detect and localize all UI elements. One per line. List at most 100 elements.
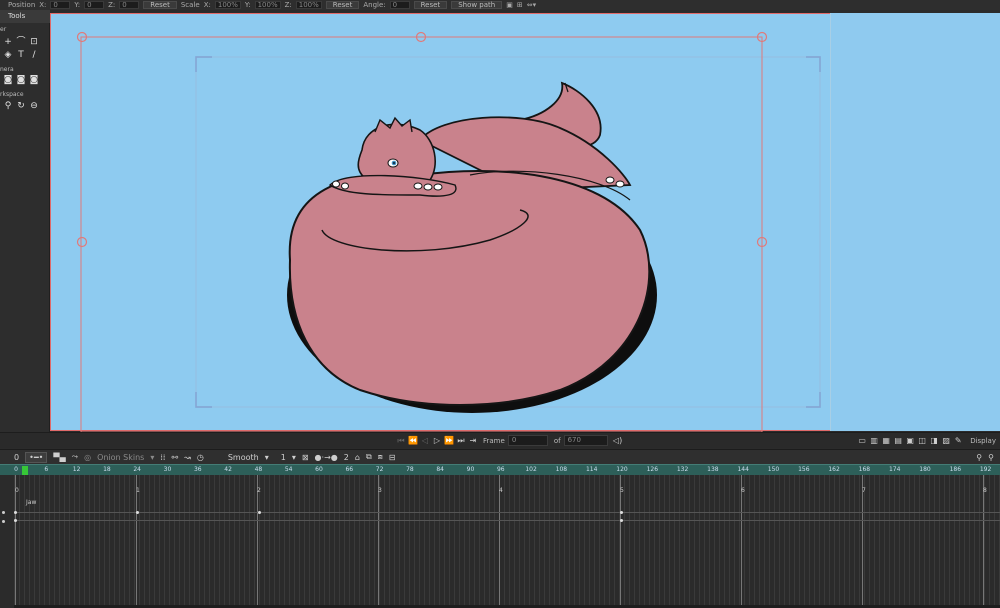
- keyframe[interactable]: [620, 511, 623, 514]
- frame-label: Frame: [483, 436, 505, 445]
- display-mode-icon-4[interactable]: ▤: [892, 436, 904, 445]
- display-mode-icon-1[interactable]: ▭: [856, 436, 868, 445]
- rewind-start-icon[interactable]: ⏮: [395, 436, 407, 446]
- audio-icon[interactable]: ◁): [612, 436, 624, 445]
- second-marker-line: [741, 475, 742, 608]
- play-reverse-icon[interactable]: ◁: [419, 436, 431, 445]
- ruler-tick-label: 6: [44, 466, 49, 473]
- ruler-tick-label: 162: [828, 466, 840, 473]
- pencil-display-icon[interactable]: ✎: [952, 436, 964, 445]
- ruler-tick-label: 36: [193, 466, 202, 473]
- ruler-tick-label: 120: [616, 466, 628, 473]
- keyframe[interactable]: [258, 511, 261, 514]
- keyframe[interactable]: [14, 519, 17, 522]
- channel-row-1: [14, 512, 1000, 513]
- zoom-out-icon[interactable]: ⚲: [976, 453, 982, 462]
- display-mode-icon-8[interactable]: ▨: [940, 436, 952, 445]
- of-label: of: [553, 436, 561, 445]
- onion-skins-menu[interactable]: Onion Skins: [97, 453, 144, 462]
- canvas-artwork[interactable]: [0, 0, 1000, 432]
- interpolation-select[interactable]: Smooth: [228, 453, 259, 462]
- total-frames-field[interactable]: 670: [563, 435, 608, 446]
- jump-end-icon[interactable]: ⏭: [455, 436, 467, 446]
- display-mode-icon-2[interactable]: ▥: [868, 436, 880, 445]
- step-back-icon[interactable]: ⏪: [407, 436, 419, 445]
- ruler-tick-label: 12: [72, 466, 81, 473]
- ruler-tick-label: 186: [949, 466, 962, 473]
- character-body[interactable]: [287, 81, 657, 413]
- paste-keys-icon[interactable]: ⧈: [378, 452, 383, 462]
- next-key-icon[interactable]: ⇥: [467, 436, 479, 445]
- handle-middle-left[interactable]: [76, 236, 88, 248]
- delete-keys-icon[interactable]: ⊟: [389, 453, 396, 462]
- display-mode-icon-6[interactable]: ◫: [916, 436, 928, 445]
- step-forward-icon[interactable]: ⏩: [443, 436, 455, 445]
- second-marker-line: [983, 475, 984, 608]
- second-marker-label: 4: [499, 487, 503, 494]
- second-marker-line: [499, 475, 500, 608]
- display-menu[interactable]: Display: [970, 437, 996, 445]
- second-marker-label: 0: [15, 487, 19, 494]
- step-dropdown-icon[interactable]: ▾: [292, 453, 296, 462]
- copy-keys-icon[interactable]: ⧉: [366, 452, 372, 462]
- ruler-tick-label: 24: [133, 466, 142, 473]
- display-mode-icon-3[interactable]: ▦: [880, 436, 892, 445]
- second-marker-line: [862, 475, 863, 608]
- display-mode-icon-5[interactable]: ▣: [904, 436, 916, 445]
- ruler-tick-label: 84: [436, 466, 445, 473]
- timeline-toolbar: 0 •━• ▀▄ ⤳ ◎ Onion Skins ▾ ⁞⁞ ⚯ ↝ ◷ Smoo…: [0, 449, 1000, 464]
- ruler-tick-label: 108: [555, 466, 568, 473]
- ruler-tick-label: 30: [163, 466, 172, 473]
- channel-dot-1: [2, 511, 5, 514]
- second-marker-label: 1: [136, 487, 140, 494]
- key-stride-icon[interactable]: ●·→●: [315, 453, 338, 462]
- keyframe[interactable]: [620, 519, 623, 522]
- curve-mode-icon[interactable]: ⤳: [72, 452, 78, 462]
- second-marker-label: 5: [620, 487, 624, 494]
- second-marker-line: [378, 475, 379, 608]
- ruler-tick-label: 54: [284, 466, 293, 473]
- display-mode-icon-7[interactable]: ◨: [928, 436, 940, 445]
- key-toggle-icon[interactable]: ⊠: [302, 453, 309, 462]
- onion-dropdown-icon[interactable]: ▾: [150, 453, 154, 462]
- dots-grid-icon[interactable]: ⁞⁞: [160, 453, 165, 462]
- ruler-tick-label: 192: [979, 466, 992, 473]
- ruler-tick-label: 144: [737, 466, 749, 473]
- frame-grid: [14, 475, 1000, 608]
- second-marker-label: 8: [983, 487, 987, 494]
- ruler-tick-label: 0: [14, 466, 18, 473]
- ruler-tick-label: 132: [676, 466, 689, 473]
- frame-field[interactable]: 0: [507, 435, 548, 446]
- keyframe[interactable]: [136, 511, 139, 514]
- ruler-tick-label: 150: [767, 466, 780, 473]
- timeline-tracks[interactable]: 0 1 2 3 4 5 6 7 8 Jaw: [0, 475, 1000, 608]
- playhead-marker[interactable]: [22, 466, 28, 475]
- bookmark-icon[interactable]: ⌂: [355, 453, 360, 462]
- bar-mode-icon[interactable]: ▀▄: [53, 453, 65, 462]
- second-marker-line: [15, 475, 16, 608]
- frame-zero-label: 0: [14, 452, 20, 462]
- ruler-tick-label: 18: [103, 466, 111, 473]
- keyframe[interactable]: [14, 511, 17, 514]
- interpolation-dropdown-icon[interactable]: ▾: [265, 453, 269, 462]
- ruler-tick-label: 48: [254, 466, 263, 473]
- channel-dot-2: [2, 520, 5, 523]
- nodes-icon[interactable]: ⚯: [171, 453, 178, 462]
- keyframe-mode-icon[interactable]: •━•: [25, 451, 48, 463]
- playback-bar: ⏮ ⏪ ◁ ▷ ⏩ ⏭ ⇥ Frame 0 of 670 ◁) ▭ ▥ ▦ ▤ …: [0, 432, 1000, 448]
- ruler-tick-label: 180: [919, 466, 931, 473]
- time-icon[interactable]: ◷: [197, 453, 204, 462]
- key-count-field[interactable]: 2: [344, 453, 349, 462]
- second-marker-line: [620, 475, 621, 608]
- channel-row-2: [14, 520, 1000, 521]
- step-field[interactable]: 1: [281, 453, 286, 462]
- ruler-tick-label: 168: [858, 466, 871, 473]
- ruler-tick-label: 174: [888, 466, 901, 473]
- onion-skin-icon[interactable]: ◎: [84, 453, 91, 462]
- ruler-tick-label: 78: [406, 466, 414, 473]
- timeline-ruler[interactable]: 0 6 12 18 24 30 36 42 48 54 60 66 72 78 84 90 96 102 108 11…: [0, 464, 1000, 475]
- play-icon[interactable]: ▷: [431, 436, 443, 445]
- cycle-icon[interactable]: ↝: [184, 453, 191, 462]
- zoom-in-icon[interactable]: ⚲: [988, 453, 994, 462]
- ruler-tick-label: 126: [646, 466, 659, 473]
